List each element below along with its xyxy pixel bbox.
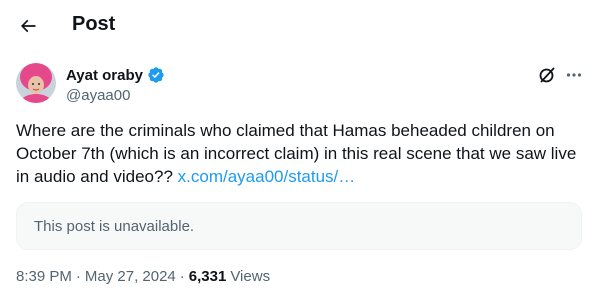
arrow-left-icon bbox=[20, 19, 36, 33]
meta-separator: · bbox=[179, 268, 185, 285]
post-page: Post Ayat oraby @ayaa00 Where are the cr… bbox=[0, 0, 596, 300]
grok-button[interactable] bbox=[536, 64, 558, 86]
author-handle[interactable]: @ayaa00 bbox=[66, 87, 165, 104]
quoted-post-card: This post is unavailable. bbox=[16, 202, 582, 250]
more-options-button[interactable] bbox=[563, 64, 585, 86]
post-date[interactable]: May 27, 2024 bbox=[85, 268, 176, 285]
page-header: Post bbox=[0, 0, 596, 53]
name-row: Ayat oraby bbox=[66, 65, 165, 85]
unavailable-message: This post is unavailable. bbox=[34, 217, 195, 235]
views-count[interactable]: 6,331 bbox=[189, 268, 227, 285]
author-info: Ayat oraby @ayaa00 bbox=[66, 65, 165, 104]
post-time[interactable]: 8:39 PM bbox=[16, 268, 72, 285]
meta-separator: · bbox=[75, 268, 81, 285]
page-title: Post bbox=[72, 13, 116, 35]
back-button[interactable] bbox=[10, 8, 46, 44]
grok-icon bbox=[539, 67, 555, 83]
more-horizontal-icon bbox=[566, 73, 582, 77]
verified-badge-icon[interactable] bbox=[147, 66, 165, 84]
author-display-name[interactable]: Ayat oraby bbox=[66, 67, 143, 84]
post-meta: 8:39 PM · May 27, 2024 · 6,331 Views bbox=[16, 268, 270, 285]
avatar[interactable] bbox=[16, 63, 56, 103]
post-link[interactable]: x.com/ayaa00/status/… bbox=[178, 167, 356, 186]
post-text: Where are the criminals who claimed that… bbox=[16, 119, 586, 188]
profile-photo bbox=[16, 63, 56, 103]
views-label: Views bbox=[230, 268, 271, 285]
